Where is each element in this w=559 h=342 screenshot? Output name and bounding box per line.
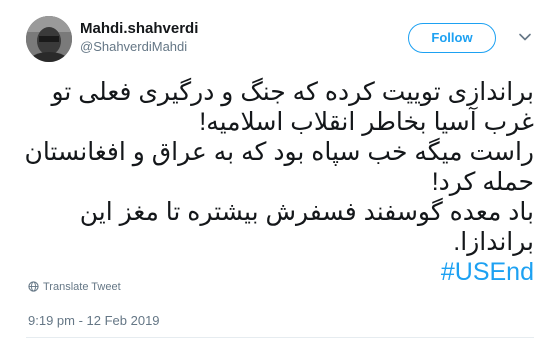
globe-icon	[28, 281, 39, 295]
author-handle[interactable]: @ShahverdiMahdi	[80, 39, 187, 54]
translate-label: Translate Tweet	[43, 281, 121, 293]
avatar-image	[26, 16, 72, 62]
timestamp[interactable]: 9:19 pm - 12 Feb 2019	[28, 313, 160, 328]
chevron-down-icon[interactable]	[518, 30, 532, 44]
avatar[interactable]	[26, 16, 72, 62]
hashtag-link[interactable]: #USEnd	[441, 258, 534, 286]
tweet-card: Mahdi.shahverdi @ShahverdiMahdi Follow ب…	[0, 0, 559, 342]
tweet-text-line: غرب آسیا بخاطر انقلاب اسلامیه!	[199, 108, 534, 136]
tweet-text: براندازی توییت کرده که جنگ و درگیری فعلی…	[24, 77, 534, 287]
divider	[26, 337, 534, 338]
tweet-text-line: براندازا.	[453, 228, 534, 256]
tweet-text-line: باد معده گوسفند فسفرش بیشتره تا مغز این	[79, 198, 534, 226]
tweet-text-line: راست میگه خب سپاه بود که به عراق و افغان…	[24, 138, 534, 166]
translate-tweet-link[interactable]: Translate Tweet	[28, 281, 121, 295]
tweet-text-line: براندازی توییت کرده که جنگ و درگیری فعلی…	[51, 78, 534, 106]
author-name[interactable]: Mahdi.shahverdi	[80, 20, 198, 37]
follow-button[interactable]: Follow	[408, 23, 496, 53]
tweet-text-line: حمله کرد!	[431, 168, 534, 196]
